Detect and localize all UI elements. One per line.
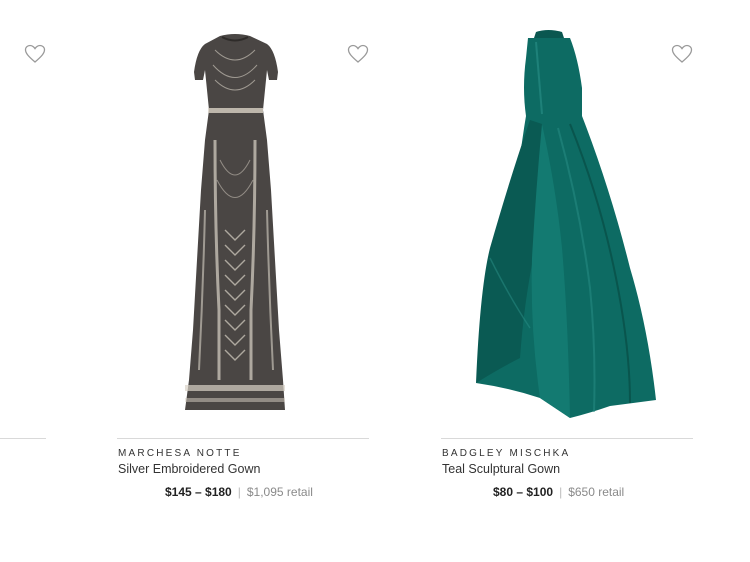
product-price: $80 – $100 | $650 retail — [493, 485, 624, 499]
product-image-silver-gown[interactable] — [175, 30, 295, 415]
product-brand[interactable]: BADGLEY MISCHKA — [442, 448, 570, 459]
price-separator: | — [559, 485, 563, 499]
price-separator: | — [237, 485, 241, 499]
rental-price-range: $145 – $180 — [165, 485, 232, 499]
favorite-heart-icon[interactable] — [347, 44, 369, 64]
rental-price-range: $80 – $100 — [493, 485, 554, 499]
product-brand[interactable]: MARCHESA NOTTE — [118, 448, 242, 459]
favorite-heart-icon[interactable] — [671, 44, 693, 64]
card-divider — [0, 438, 46, 439]
retail-price: $650 retail — [568, 485, 625, 499]
product-name[interactable]: Silver Embroidered Gown — [118, 462, 260, 476]
product-image-teal-gown[interactable] — [470, 28, 660, 420]
retail-price: $1,095 retail — [246, 485, 313, 499]
favorite-heart-icon[interactable] — [24, 44, 46, 64]
product-name[interactable]: Teal Sculptural Gown — [442, 462, 560, 476]
card-divider — [117, 438, 369, 439]
card-divider — [441, 438, 693, 439]
product-price: $145 – $180 | $1,095 retail — [165, 485, 313, 499]
